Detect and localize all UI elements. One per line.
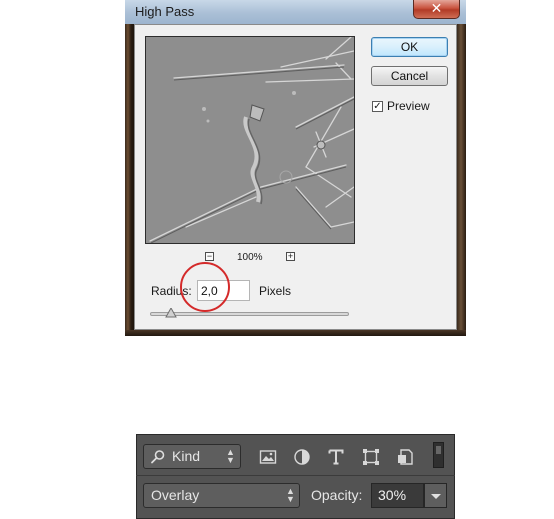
zoom-out-button[interactable]: −	[205, 252, 214, 261]
opacity-value: 30%	[378, 487, 407, 503]
radius-highlight-circle	[180, 262, 230, 312]
preview-checkbox-label: Preview	[387, 99, 430, 113]
updown-arrows-icon: ▲ ▼	[226, 447, 235, 465]
smart-object-icon[interactable]	[396, 448, 414, 466]
dialog-frame-right	[456, 0, 466, 336]
shape-transform-icon[interactable]	[362, 448, 380, 466]
filter-kind-label: Kind	[172, 448, 201, 464]
filter-preview[interactable]	[145, 36, 355, 244]
zoom-level: 100%	[237, 252, 263, 263]
preview-checkbox[interactable]: ✓	[372, 101, 383, 112]
opacity-dropdown-button[interactable]	[424, 483, 447, 508]
close-button[interactable]: ✕	[413, 0, 460, 19]
radius-slider-track[interactable]	[150, 312, 349, 316]
dialog-frame-bottom	[125, 330, 466, 336]
dialog-title: High Pass	[135, 4, 195, 19]
radius-unit-label: Pixels	[259, 284, 292, 298]
opacity-label: Opacity:	[311, 487, 363, 503]
type-icon[interactable]	[327, 448, 345, 466]
updown-arrows-icon: ▲ ▼	[286, 486, 295, 504]
search-icon	[151, 450, 165, 464]
blend-mode-label: Overlay	[151, 487, 200, 503]
radius-slider-thumb[interactable]	[165, 308, 177, 318]
adjustment-circle-icon[interactable]	[293, 448, 311, 466]
preview-texture	[149, 37, 354, 243]
cancel-button[interactable]: Cancel	[371, 66, 448, 86]
filter-toggle-switch[interactable]	[433, 442, 444, 468]
zoom-in-button[interactable]: +	[286, 252, 295, 261]
ok-button[interactable]: OK	[371, 37, 448, 57]
image-icon[interactable]	[259, 448, 277, 466]
panel-row-divider	[136, 475, 455, 476]
